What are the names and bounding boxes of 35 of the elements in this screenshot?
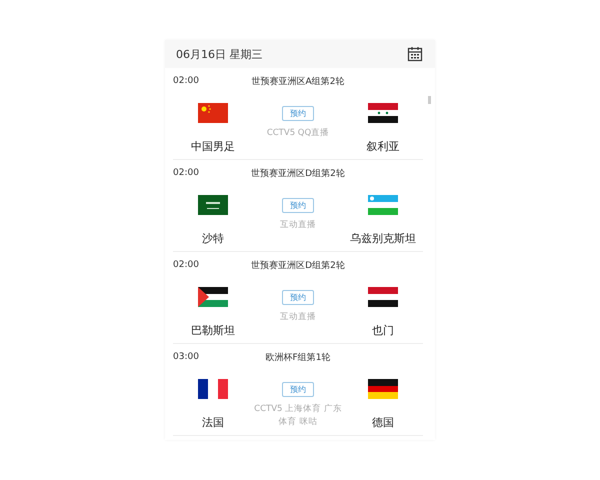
calendar-icon[interactable]	[407, 46, 423, 62]
flag-icon	[198, 287, 228, 307]
flag-icon	[368, 103, 398, 123]
broadcast-label: 互动直播	[280, 219, 316, 232]
flag-icon	[368, 379, 398, 399]
flag-icon	[368, 195, 398, 215]
reserve-button[interactable]: 预约	[282, 382, 314, 397]
match-time: 02:00	[173, 168, 199, 178]
competition-label: 世预赛亚洲区D组第2轮	[251, 168, 345, 180]
match-time: 02:00	[173, 76, 199, 86]
broadcast-label: CCTV5 QQ直播	[266, 127, 330, 140]
team-name: 叙利亚	[366, 139, 400, 154]
match-time: 02:00	[173, 260, 199, 270]
broadcast-label: 互动直播	[280, 311, 316, 324]
flag-icon	[368, 287, 398, 307]
competition-label: 世预赛亚洲区D组第2轮	[251, 260, 345, 272]
team-name: 也门	[372, 323, 394, 338]
flag-icon	[198, 103, 228, 123]
team-name: 沙特	[202, 231, 224, 246]
competition-label: 世预赛亚洲区A组第2轮	[252, 76, 344, 88]
scrollbar[interactable]	[428, 96, 431, 104]
match-time: 03:00	[173, 352, 199, 362]
competition-label: 欧洲杯F组第1轮	[266, 352, 330, 364]
team-name: 巴勒斯坦	[191, 323, 235, 338]
reserve-button[interactable]: 预约	[282, 106, 314, 121]
reserve-button[interactable]: 预约	[282, 290, 314, 305]
broadcast-label: CCTV5 上海体育 广东体育 咪咕	[254, 403, 342, 428]
flag-icon	[198, 379, 228, 399]
team-name: 法国	[202, 415, 224, 430]
team-name: 德国	[372, 415, 394, 430]
date-label: 06月16日 星期三	[176, 46, 262, 62]
reserve-button[interactable]: 预约	[282, 198, 314, 213]
team-name: 乌兹别克斯坦	[350, 231, 416, 246]
team-name: 中国男足	[191, 139, 235, 154]
flag-icon	[198, 195, 228, 215]
